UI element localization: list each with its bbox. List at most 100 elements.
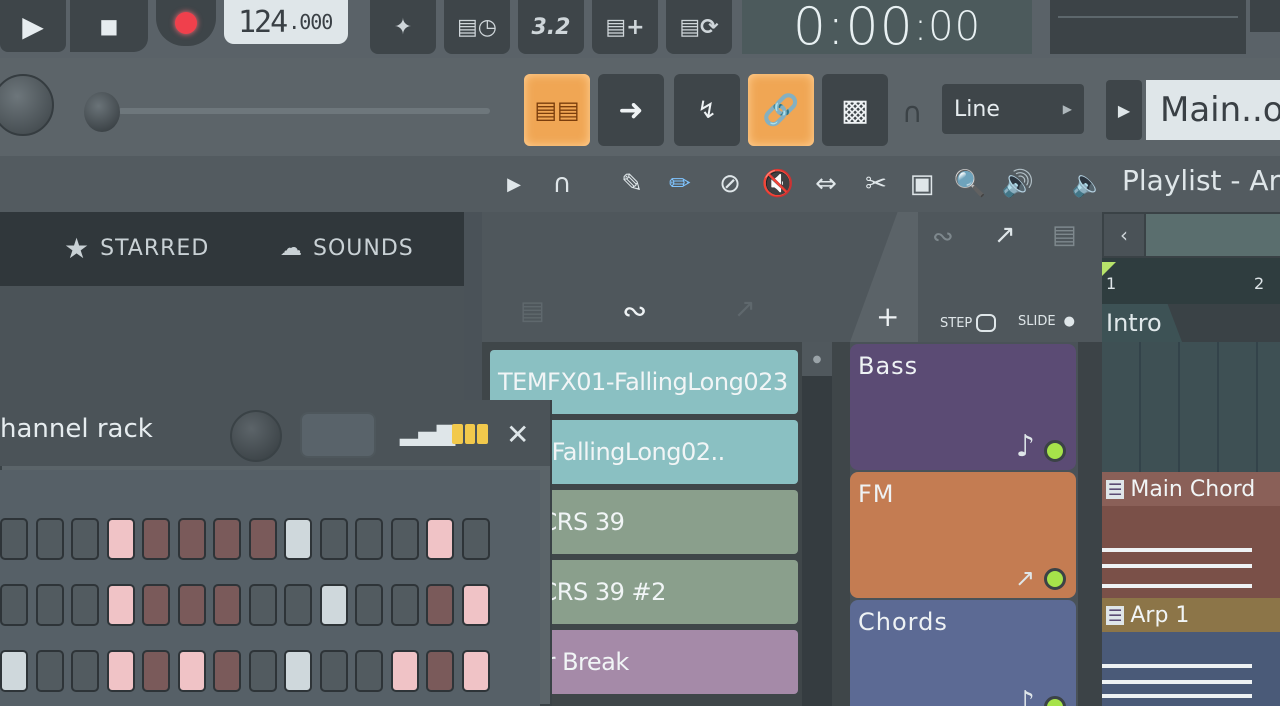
step-pad[interactable] (319, 584, 348, 626)
slide-notes-button[interactable]: ↯ (674, 74, 740, 146)
step-pad[interactable] (177, 584, 206, 626)
step-pad[interactable] (284, 584, 312, 626)
step-pad[interactable] (142, 518, 170, 560)
step-pad[interactable] (213, 518, 241, 560)
step-pad[interactable] (106, 584, 135, 626)
step-pad[interactable] (319, 518, 348, 560)
arrangement-overview[interactable] (1146, 214, 1280, 256)
countdown-button[interactable]: 3.2 (518, 0, 584, 54)
step-pad[interactable] (284, 650, 312, 692)
step-pad[interactable] (213, 584, 241, 626)
step-pad[interactable] (355, 650, 383, 692)
add-track-icon[interactable]: + (876, 300, 899, 333)
zoom-icon[interactable]: 🔍 (952, 166, 988, 202)
step-pad[interactable] (0, 518, 28, 560)
plugin-picker-button[interactable]: ▩ (822, 74, 888, 146)
step-pad[interactable] (461, 584, 490, 626)
arrangement-clip[interactable]: ☰ Main Chord (1102, 472, 1280, 506)
master-pitch-slider[interactable] (118, 108, 490, 114)
step-pad[interactable] (213, 650, 241, 692)
track-chords[interactable]: Chords ♪ (850, 600, 1076, 706)
mute-icon[interactable]: 🔇 (760, 166, 796, 202)
step-pad[interactable] (0, 650, 28, 692)
piano-icon[interactable]: ▤ (520, 296, 545, 326)
link-button[interactable]: 🔗 (748, 74, 814, 146)
step-pad[interactable] (390, 518, 419, 560)
step-pad[interactable] (35, 518, 64, 560)
step-pad[interactable] (426, 584, 454, 626)
step-pad[interactable] (426, 518, 454, 560)
step-pad[interactable] (35, 650, 64, 692)
step-pad[interactable] (461, 518, 490, 560)
pencil-icon[interactable]: ✎ (614, 166, 650, 202)
step-pad[interactable] (35, 584, 64, 626)
step-pad[interactable] (390, 584, 419, 626)
step-toggle[interactable]: STEP (940, 314, 997, 332)
track-enable-led[interactable] (1044, 568, 1066, 590)
graph-editor-icon[interactable]: ▂▄▆ (400, 418, 455, 446)
snap-select[interactable]: Line ▶ (942, 84, 1084, 134)
step-pad[interactable] (177, 518, 206, 560)
step-pad[interactable] (426, 650, 454, 692)
metronome-button[interactable]: ✦ (370, 0, 436, 54)
tab-sounds[interactable]: ☁ SOUNDS (280, 232, 414, 264)
filter-group-select[interactable] (300, 412, 376, 458)
track-enable-led[interactable] (1044, 440, 1066, 462)
step-pad[interactable] (248, 518, 277, 560)
scroll-dot-icon[interactable]: ● (802, 342, 832, 376)
automation-icon[interactable]: ↗ (734, 294, 756, 324)
playback-icon[interactable]: 🔊 (1000, 166, 1036, 202)
step-pad[interactable] (71, 584, 99, 626)
step-edit-button[interactable]: ▤+ (592, 0, 658, 54)
select-icon[interactable]: ▣ (904, 166, 940, 202)
step-pad[interactable] (248, 584, 277, 626)
step-forward-button[interactable]: ➜ (598, 74, 664, 146)
slice-icon[interactable]: ✂ (858, 166, 894, 202)
step-pad[interactable] (106, 650, 135, 692)
automation-icon[interactable]: ↗ (994, 220, 1016, 250)
step-pad[interactable] (390, 650, 419, 692)
audio-wave-icon[interactable]: ∾ (622, 294, 647, 329)
step-sequencer-icon[interactable] (452, 424, 489, 444)
playlist-menu-arrow-icon[interactable]: ▶ (496, 166, 532, 202)
piano-icon[interactable]: ▤ (1052, 220, 1077, 250)
step-pad[interactable] (71, 650, 99, 692)
loop-record-button[interactable]: ▤⟳ (666, 0, 732, 54)
step-pad[interactable] (71, 518, 99, 560)
slider-handle[interactable] (84, 92, 120, 132)
step-pad[interactable] (248, 650, 277, 692)
step-pad[interactable] (355, 518, 383, 560)
clip-list-scrollbar[interactable] (802, 342, 832, 706)
audio-wave-icon[interactable]: ∾ (932, 222, 954, 252)
pattern-selector[interactable]: Main..ord (1146, 80, 1280, 140)
slip-icon[interactable]: ⇔ (808, 166, 844, 202)
step-pad[interactable] (319, 650, 348, 692)
brush-icon[interactable]: ✏ (662, 166, 698, 202)
step-pad[interactable] (355, 584, 383, 626)
arrangement-clip[interactable]: ☰ Arp 1 (1102, 598, 1280, 632)
slide-toggle[interactable]: SLIDE ● (1018, 314, 1075, 329)
step-pad[interactable] (142, 650, 170, 692)
tab-starred[interactable]: ★ STARRED (64, 232, 209, 265)
step-pad[interactable] (0, 584, 28, 626)
track-fm[interactable]: FM ↗ (850, 472, 1076, 598)
track-enable-led[interactable] (1044, 696, 1066, 706)
step-pad[interactable] (284, 518, 312, 560)
magnet-icon[interactable]: ∩ (544, 166, 580, 202)
step-pad[interactable] (142, 584, 170, 626)
tempo-display[interactable]: 124.000 (224, 0, 348, 44)
delete-icon[interactable]: ⊘ (712, 166, 748, 202)
close-icon[interactable]: ✕ (506, 418, 529, 451)
step-pad[interactable] (461, 650, 490, 692)
pattern-menu-button[interactable]: ▶ (1106, 80, 1142, 140)
play-button[interactable]: ▶ (0, 0, 66, 52)
time-display[interactable]: 0:00:00 (742, 0, 1032, 57)
step-pad[interactable] (177, 650, 206, 692)
step-pad[interactable] (106, 518, 135, 560)
track-bass[interactable]: Bass ♪ (850, 344, 1076, 470)
scroll-left-button[interactable]: ‹ (1104, 214, 1144, 256)
stop-button[interactable]: ■ (70, 0, 148, 52)
swing-knob[interactable] (230, 410, 282, 462)
wait-for-input-button[interactable]: ▤◷ (444, 0, 510, 54)
typing-keyboard-button[interactable]: ▤▤ (524, 74, 590, 146)
